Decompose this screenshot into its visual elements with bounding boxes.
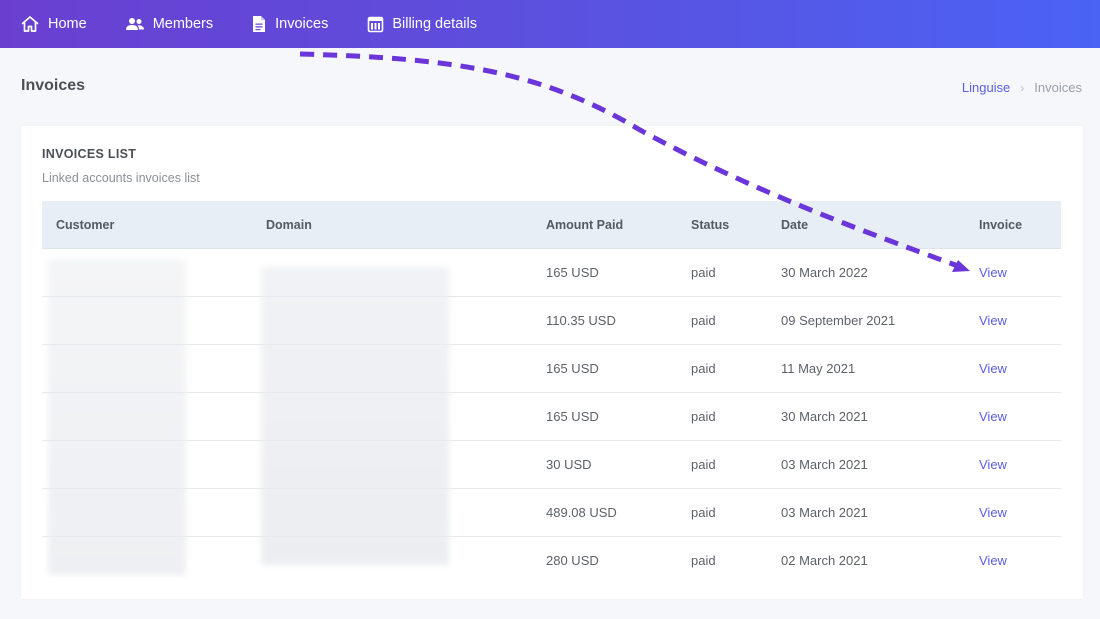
- status-cell: paid: [691, 457, 716, 472]
- members-icon: [125, 16, 145, 32]
- view-invoice-link[interactable]: View: [979, 441, 1007, 488]
- amount-paid-cell: 30 USD: [546, 457, 592, 472]
- status-cell: paid: [691, 265, 716, 280]
- table-row: 30 USD paid 03 March 2021 View: [42, 441, 1061, 489]
- view-invoice-link[interactable]: View: [979, 345, 1007, 392]
- nav-item-label: Billing details: [392, 16, 477, 32]
- billing-icon: [367, 16, 384, 33]
- nav-item-invoices[interactable]: Invoices: [251, 0, 328, 48]
- date-cell: 03 March 2021: [781, 505, 868, 520]
- nav-item-home[interactable]: Home: [20, 0, 87, 48]
- amount-paid-cell: 110.35 USD: [546, 313, 616, 328]
- date-cell: 09 September 2021: [781, 313, 896, 328]
- status-cell: paid: [691, 313, 716, 328]
- home-icon: [20, 14, 40, 34]
- status-cell: paid: [691, 553, 716, 568]
- nav-item-label: Invoices: [275, 16, 329, 32]
- column-header-date: Date: [781, 217, 809, 232]
- breadcrumb: Linguise › Invoices: [962, 80, 1082, 95]
- invoices-card: INVOICES LIST Linked accounts invoices l…: [21, 126, 1083, 599]
- column-header-amount-paid: Amount Paid: [546, 217, 624, 232]
- table-row: 165 USD paid 11 May 2021 View: [42, 345, 1061, 393]
- breadcrumb-link-linguise[interactable]: Linguise: [962, 80, 1010, 95]
- table-row: 165 USD paid 30 March 2021 View: [42, 393, 1061, 441]
- amount-paid-cell: 165 USD: [546, 409, 599, 424]
- column-header-invoice: Invoice: [979, 217, 1023, 232]
- card-subtitle: Linked accounts invoices list: [42, 171, 200, 185]
- date-cell: 30 March 2021: [781, 409, 868, 424]
- chevron-right-icon: ›: [1020, 80, 1025, 95]
- table-row: 165 USD paid 30 March 2022 View: [42, 249, 1061, 297]
- date-cell: 03 March 2021: [781, 457, 868, 472]
- table-body: 165 USD paid 30 March 2022 View 110.35 U…: [42, 249, 1061, 584]
- column-header-status: Status: [691, 217, 730, 232]
- table-header: Customer Domain Amount Paid Status Date …: [42, 201, 1061, 249]
- status-cell: paid: [691, 505, 716, 520]
- nav-item-label: Home: [48, 16, 87, 32]
- breadcrumb-current: Invoices: [1034, 80, 1082, 95]
- view-invoice-link[interactable]: View: [979, 489, 1007, 536]
- view-invoice-link[interactable]: View: [979, 393, 1007, 440]
- amount-paid-cell: 280 USD: [546, 553, 599, 568]
- document-icon: [251, 15, 267, 33]
- column-header-domain: Domain: [266, 217, 312, 232]
- column-header-customer: Customer: [56, 217, 115, 232]
- status-cell: paid: [691, 361, 716, 376]
- date-cell: 11 May 2021: [781, 361, 856, 376]
- table-row: 280 USD paid 02 March 2021 View: [42, 537, 1061, 584]
- status-cell: paid: [691, 409, 716, 424]
- amount-paid-cell: 489.08 USD: [546, 505, 617, 520]
- date-cell: 02 March 2021: [781, 553, 868, 568]
- table-row: 110.35 USD paid 09 September 2021 View: [42, 297, 1061, 345]
- top-navigation: Home Members Invoices Billing details: [0, 0, 1100, 48]
- view-invoice-link[interactable]: View: [979, 537, 1007, 584]
- page-title: Invoices: [21, 77, 86, 94]
- table-row: 489.08 USD paid 03 March 2021 View: [42, 489, 1061, 537]
- view-invoice-link[interactable]: View: [979, 297, 1007, 344]
- amount-paid-cell: 165 USD: [546, 361, 599, 376]
- nav-item-members[interactable]: Members: [125, 0, 213, 48]
- view-invoice-link[interactable]: View: [979, 249, 1007, 296]
- amount-paid-cell: 165 USD: [546, 265, 599, 280]
- invoices-table: Customer Domain Amount Paid Status Date …: [42, 201, 1061, 584]
- nav-item-billing-details[interactable]: Billing details: [367, 0, 477, 48]
- nav-item-label: Members: [152, 16, 214, 32]
- date-cell: 30 March 2022: [781, 265, 868, 280]
- card-title: INVOICES LIST: [42, 147, 137, 161]
